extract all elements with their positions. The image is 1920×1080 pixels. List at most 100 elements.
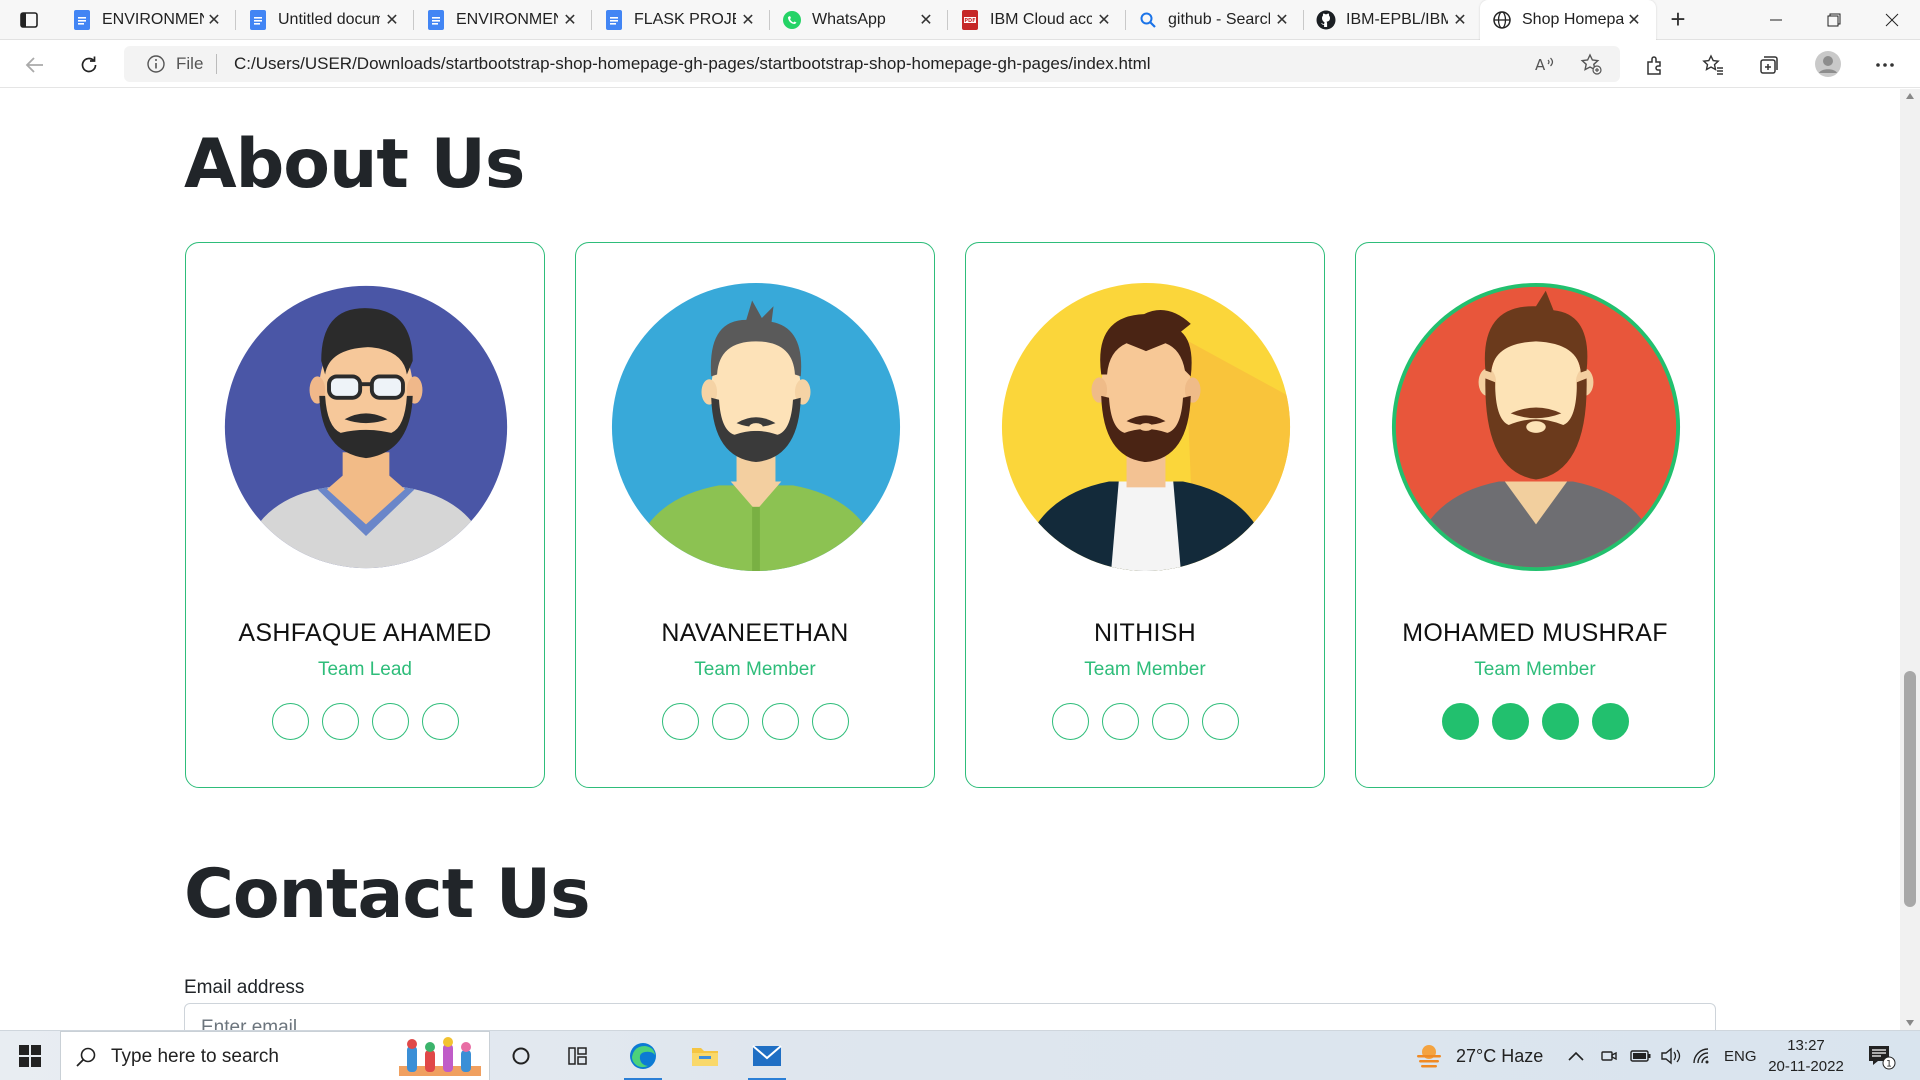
social-link-button[interactable] bbox=[321, 703, 359, 740]
info-icon[interactable] bbox=[146, 54, 166, 74]
volume-icon[interactable] bbox=[1660, 1031, 1682, 1080]
whatsapp-icon bbox=[782, 10, 802, 30]
browser-tab[interactable]: github - Search ✕ bbox=[1126, 0, 1304, 40]
close-icon[interactable]: ✕ bbox=[1450, 10, 1470, 30]
browser-tab[interactable]: ENVIRONMENT ✕ bbox=[414, 0, 592, 40]
team-card: ASHFAQUE AHAMED Team Lead bbox=[185, 242, 545, 788]
scroll-down-icon[interactable] bbox=[1906, 1020, 1914, 1026]
browser-tab[interactable]: WhatsApp ✕ bbox=[770, 0, 948, 40]
social-link-button[interactable] bbox=[761, 703, 799, 740]
browser-tab[interactable]: FLASK PROJECT ✕ bbox=[592, 0, 770, 40]
social-link-button[interactable] bbox=[1151, 703, 1189, 740]
member-role: Team Lead bbox=[317, 659, 412, 680]
browser-tab[interactable]: Untitled document ✕ bbox=[236, 0, 414, 40]
social-link-button[interactable] bbox=[811, 703, 849, 740]
tab-title: ENVIRONMENT bbox=[456, 11, 558, 28]
more-options-icon[interactable] bbox=[1874, 54, 1896, 76]
file-explorer-icon[interactable] bbox=[676, 1031, 734, 1080]
address-bar[interactable]: File C:/Users/USER/Downloads/startbootst… bbox=[124, 46, 1620, 82]
browser-tab-active[interactable]: Shop Homepage ✕ bbox=[1480, 0, 1656, 40]
scroll-up-icon[interactable] bbox=[1906, 93, 1914, 99]
social-link-button[interactable] bbox=[1541, 703, 1579, 740]
close-icon[interactable]: ✕ bbox=[1624, 10, 1644, 30]
social-link-button[interactable] bbox=[1441, 703, 1479, 740]
tab-title: IBM-EPBL/IBM bbox=[1346, 11, 1448, 28]
favorites-icon[interactable] bbox=[1702, 54, 1724, 76]
action-center-icon[interactable]: 1 bbox=[1866, 1031, 1896, 1080]
avatar-red-bearded-icon bbox=[1391, 282, 1681, 572]
edge-browser-icon[interactable] bbox=[614, 1031, 672, 1080]
email-label: Email address bbox=[184, 977, 305, 998]
avatar-glasses-beard-icon bbox=[224, 285, 508, 569]
weather-text: 27°C Haze bbox=[1456, 1045, 1544, 1066]
tab-title: Shop Homepage bbox=[1522, 11, 1624, 28]
close-icon[interactable]: ✕ bbox=[560, 10, 580, 30]
team-card: NAVANEETHAN Team Member bbox=[575, 242, 935, 788]
mail-icon[interactable] bbox=[738, 1031, 796, 1080]
social-link-button[interactable] bbox=[711, 703, 749, 740]
social-link-button[interactable] bbox=[271, 703, 309, 740]
profile-avatar-icon[interactable] bbox=[1814, 50, 1842, 78]
weather-widget[interactable]: 27°C Haze bbox=[1414, 1031, 1543, 1080]
search-icon bbox=[75, 1046, 97, 1068]
close-icon[interactable]: ✕ bbox=[916, 10, 936, 30]
minimize-button[interactable] bbox=[1748, 0, 1804, 40]
restore-button[interactable] bbox=[1806, 0, 1862, 40]
svg-text:A: A bbox=[1535, 56, 1546, 74]
task-view-icon[interactable] bbox=[550, 1031, 608, 1080]
url-text[interactable]: C:/Users/USER/Downloads/startbootstrap-s… bbox=[234, 54, 1151, 74]
social-link-button[interactable] bbox=[1101, 703, 1139, 740]
web-page-viewport: About Us ASHFAQUE AHAMED Team Lead NAVAN… bbox=[0, 89, 1900, 1030]
close-icon[interactable]: ✕ bbox=[1272, 10, 1292, 30]
browser-tab[interactable]: IBM-EPBL/IBM ✕ bbox=[1304, 0, 1482, 40]
show-hidden-icons-icon[interactable] bbox=[1568, 1031, 1584, 1080]
taskbar-search[interactable]: Type here to search bbox=[60, 1031, 490, 1080]
battery-icon[interactable] bbox=[1630, 1031, 1652, 1080]
read-aloud-icon[interactable]: A bbox=[1534, 53, 1556, 75]
member-role: Team Member bbox=[1474, 659, 1596, 680]
github-icon bbox=[1316, 10, 1336, 30]
tab-title: ENVIRONMENT bbox=[102, 11, 204, 28]
tab-actions-icon[interactable] bbox=[14, 8, 44, 32]
taskbar-clock[interactable]: 13:27 20-11-2022 bbox=[1758, 1035, 1854, 1077]
close-icon[interactable]: ✕ bbox=[382, 10, 402, 30]
extensions-icon[interactable] bbox=[1644, 54, 1666, 76]
contact-us-heading: Contact Us bbox=[184, 855, 591, 934]
search-placeholder: Type here to search bbox=[111, 1046, 279, 1067]
page-scrollbar[interactable] bbox=[1900, 89, 1920, 1030]
windows-taskbar: Type here to search 27°C Haze ENG 13:27 … bbox=[0, 1030, 1920, 1080]
about-us-heading: About Us bbox=[184, 125, 525, 204]
close-icon[interactable]: ✕ bbox=[204, 10, 224, 30]
social-links bbox=[1356, 703, 1714, 740]
windows-start-icon[interactable] bbox=[10, 1041, 50, 1071]
google-docs-icon bbox=[72, 10, 92, 30]
member-name: MOHAMED MUSHRAF bbox=[1402, 619, 1668, 647]
member-role: Team Member bbox=[694, 659, 816, 680]
social-link-button[interactable] bbox=[421, 703, 459, 740]
social-link-button[interactable] bbox=[371, 703, 409, 740]
social-link-button[interactable] bbox=[1201, 703, 1239, 740]
social-link-button[interactable] bbox=[661, 703, 699, 740]
wifi-icon[interactable] bbox=[1692, 1031, 1712, 1080]
meet-now-icon[interactable] bbox=[1600, 1031, 1618, 1080]
cortana-icon[interactable] bbox=[492, 1031, 550, 1080]
browser-tab[interactable]: PDF IBM Cloud account ✕ bbox=[948, 0, 1126, 40]
close-icon[interactable]: ✕ bbox=[1094, 10, 1114, 30]
scrollbar-thumb[interactable] bbox=[1904, 671, 1916, 907]
social-link-button[interactable] bbox=[1491, 703, 1529, 740]
collections-icon[interactable] bbox=[1758, 54, 1780, 76]
language-indicator[interactable]: ENG bbox=[1724, 1031, 1757, 1080]
notification-count: 1 bbox=[1886, 1060, 1892, 1070]
email-input[interactable] bbox=[184, 1003, 1716, 1030]
tab-title: github - Search bbox=[1168, 11, 1270, 28]
browser-tab[interactable]: ENVIRONMENT ✕ bbox=[60, 0, 236, 40]
social-link-button[interactable] bbox=[1591, 703, 1629, 740]
google-docs-icon bbox=[604, 10, 624, 30]
add-favorite-icon[interactable] bbox=[1580, 53, 1602, 75]
social-link-button[interactable] bbox=[1051, 703, 1089, 740]
close-window-button[interactable] bbox=[1864, 0, 1920, 40]
new-tab-button[interactable]: + bbox=[1664, 6, 1692, 34]
close-icon[interactable]: ✕ bbox=[738, 10, 758, 30]
refresh-icon[interactable] bbox=[74, 50, 104, 80]
back-icon[interactable] bbox=[20, 50, 50, 80]
